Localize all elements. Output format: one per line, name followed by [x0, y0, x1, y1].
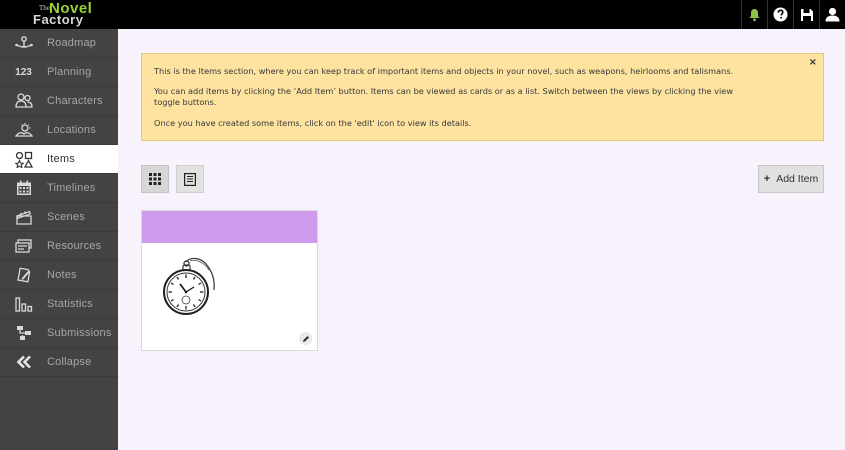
- sidebar-item-characters[interactable]: Characters: [0, 87, 118, 116]
- sidebar-item-label: Resources: [47, 240, 102, 252]
- top-bar: The Novel Factory: [0, 0, 845, 29]
- banner-text-3: Once you have created some items, click …: [154, 118, 472, 128]
- sidebar-item-statistics[interactable]: Statistics: [0, 290, 118, 319]
- sidebar-item-label: Planning: [47, 66, 92, 78]
- sidebar-item-label: Submissions: [47, 327, 112, 339]
- grid-icon: [149, 173, 161, 185]
- collapse-icon: [0, 348, 47, 377]
- pocket-watch-image: [163, 257, 215, 315]
- item-card[interactable]: [141, 210, 318, 351]
- sidebar-item-label: Statistics: [47, 298, 94, 310]
- sidebar-item-label: Characters: [47, 95, 103, 107]
- sidebar-item-collapse[interactable]: Collapse: [0, 348, 118, 377]
- list-icon: [184, 172, 196, 186]
- sidebar-item-resources[interactable]: Resources: [0, 232, 118, 261]
- planning-icon: 123: [15, 66, 32, 78]
- save-button[interactable]: [793, 0, 819, 29]
- add-item-label: Add Item: [776, 173, 819, 185]
- info-banner: × This is the Items section, where you c…: [141, 53, 824, 141]
- sidebar-item-submissions[interactable]: Submissions: [0, 319, 118, 348]
- banner-text-2: You can add items by clicking the ‘Add I…: [154, 86, 734, 107]
- sidebar-item-label: Collapse: [47, 356, 92, 368]
- logo-factory: Factory: [33, 12, 84, 27]
- save-icon: [800, 8, 813, 21]
- plus-icon: +: [763, 173, 771, 185]
- bell-icon: [749, 8, 760, 21]
- notes-icon: [0, 261, 47, 290]
- item-card-header: [142, 211, 317, 243]
- locations-icon: [0, 116, 47, 145]
- sidebar-item-items[interactable]: Items: [0, 145, 118, 174]
- sidebar-item-label: Locations: [47, 124, 96, 136]
- card-view-button[interactable]: [141, 165, 169, 193]
- user-icon: [825, 7, 840, 22]
- clapperboard-icon: [0, 203, 47, 232]
- characters-icon: [0, 87, 47, 116]
- notifications-button[interactable]: [741, 0, 767, 29]
- roadmap-icon: [0, 29, 47, 58]
- sidebar-item-roadmap[interactable]: Roadmap: [0, 29, 118, 58]
- sidebar-item-locations[interactable]: Locations: [0, 116, 118, 145]
- sidebar-item-label: Items: [47, 153, 75, 165]
- pencil-icon: [302, 335, 309, 342]
- edit-button[interactable]: [299, 332, 312, 345]
- help-icon: [773, 7, 788, 22]
- submissions-icon: [0, 319, 47, 348]
- sidebar-item-label: Scenes: [47, 211, 85, 223]
- list-view-button[interactable]: [176, 165, 204, 193]
- sidebar-item-label: Timelines: [47, 182, 96, 194]
- calendar-icon: [0, 174, 47, 203]
- statistics-icon: [0, 290, 47, 319]
- sidebar-item-scenes[interactable]: Scenes: [0, 203, 118, 232]
- top-icons: [741, 0, 845, 29]
- sidebar-item-label: Roadmap: [47, 37, 97, 49]
- app-logo[interactable]: The Novel Factory: [30, 0, 92, 28]
- sidebar-item-planning[interactable]: 123 Planning: [0, 58, 118, 87]
- sidebar-item-timelines[interactable]: Timelines: [0, 174, 118, 203]
- resources-icon: [0, 232, 47, 261]
- close-icon[interactable]: ×: [809, 57, 817, 68]
- sidebar: Roadmap 123 Planning Characters Location…: [0, 29, 118, 450]
- sidebar-item-label: Notes: [47, 269, 77, 281]
- banner-text-1: This is the Items section, where you can…: [154, 66, 734, 76]
- help-button[interactable]: [767, 0, 793, 29]
- add-item-button[interactable]: + Add Item: [758, 165, 824, 193]
- items-icon: [0, 145, 47, 174]
- sidebar-item-notes[interactable]: Notes: [0, 261, 118, 290]
- user-button[interactable]: [819, 0, 845, 29]
